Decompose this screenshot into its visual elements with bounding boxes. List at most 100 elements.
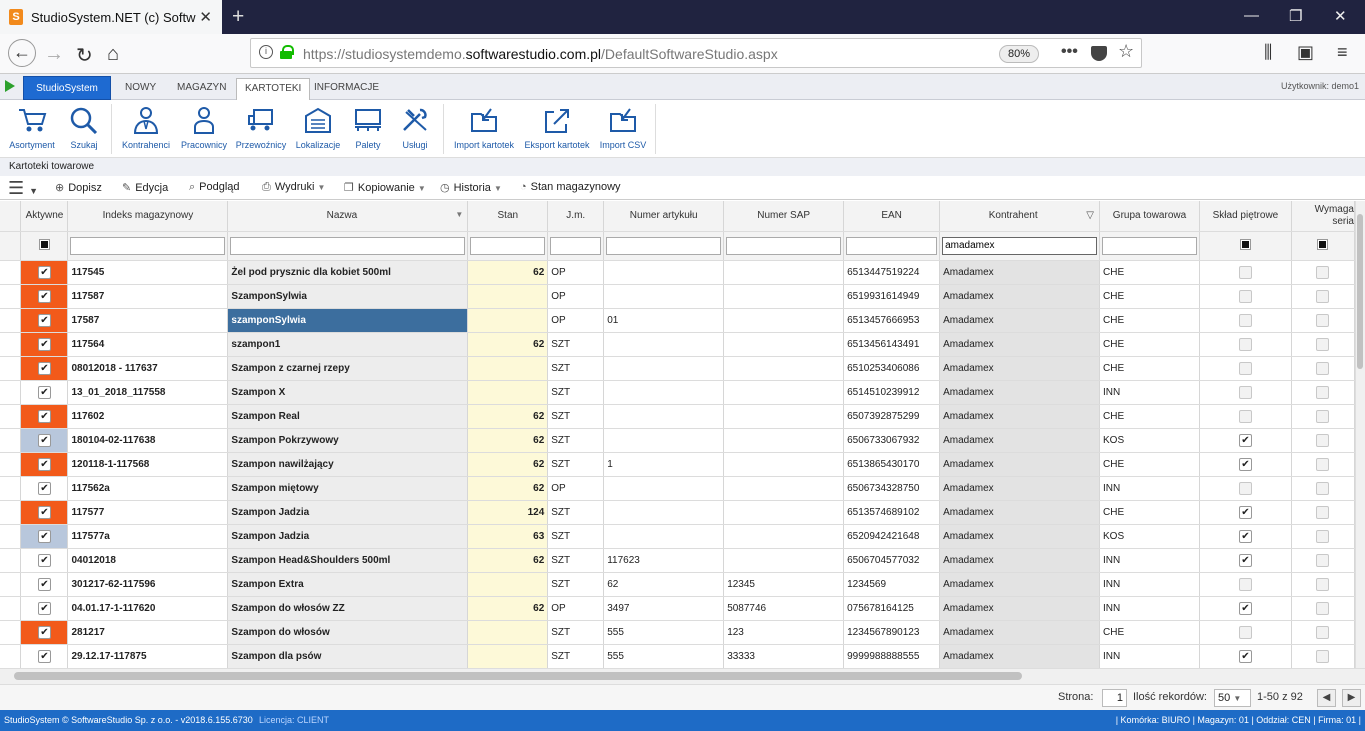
checkbox[interactable] xyxy=(1316,265,1330,279)
edit-button[interactable]: ✎ Edycja xyxy=(122,181,168,194)
checkbox[interactable] xyxy=(1316,625,1330,639)
active-cell[interactable]: ✔ xyxy=(20,284,69,309)
cell-nazwa[interactable]: Żel pod prysznic dla kobiet 500ml xyxy=(227,260,469,285)
checkbox[interactable] xyxy=(1238,361,1252,375)
checkbox[interactable]: ✔ xyxy=(1238,601,1252,615)
table-row[interactable]: ✔ 13_01_2018_117558 Szampon X SZT 6514510239… xyxy=(0,380,1355,405)
filter-stan[interactable] xyxy=(467,231,549,261)
new-tab-button[interactable]: + xyxy=(232,5,244,29)
cell-nazwa[interactable]: Szampon miętowy xyxy=(227,476,469,501)
col-indeks[interactable]: Indeks magazynowy xyxy=(67,201,229,232)
checkbox[interactable]: ✔ xyxy=(37,649,51,663)
checkbox[interactable]: ✔ xyxy=(37,481,51,495)
back-button[interactable]: ← xyxy=(8,39,36,67)
filter-indeks[interactable] xyxy=(67,231,229,261)
filter-ean[interactable] xyxy=(843,231,941,261)
cell-nazwa[interactable]: Szampon Jadzia xyxy=(227,524,469,549)
checkbox[interactable] xyxy=(1238,625,1252,639)
active-cell[interactable]: ✔ xyxy=(20,356,69,381)
brand-button[interactable]: StudioSystem xyxy=(23,76,111,100)
ribbon-eksport-kartotek[interactable]: Eksport kartotek xyxy=(523,104,591,156)
checkbox[interactable]: ✔ xyxy=(37,361,51,375)
filter-numer-artykulu[interactable] xyxy=(603,231,725,261)
active-cell[interactable]: ✔ xyxy=(20,548,69,573)
cell-wymaga[interactable] xyxy=(1291,572,1355,597)
cell-sklad[interactable]: ✔ xyxy=(1199,524,1292,549)
cell-wymaga[interactable] xyxy=(1291,596,1355,621)
cell-nazwa[interactable]: Szampon dla psów xyxy=(227,644,469,668)
checkbox[interactable] xyxy=(1316,289,1330,303)
add-button[interactable]: ⊕ Dopisz xyxy=(55,181,102,194)
col-wymaga[interactable]: Wymaga seria xyxy=(1291,201,1355,232)
sidebar-icon[interactable]: ▣ xyxy=(1297,42,1314,63)
cell-wymaga[interactable] xyxy=(1291,332,1355,357)
checkbox[interactable]: ✔ xyxy=(37,433,51,447)
menu-icon[interactable]: ≡ xyxy=(1337,42,1348,63)
ribbon-import-kartotek[interactable]: Import kartotek xyxy=(451,104,517,156)
cell-sklad[interactable]: ✔ xyxy=(1199,548,1292,573)
filter-grupa[interactable] xyxy=(1099,231,1200,261)
checkbox[interactable]: ✔ xyxy=(37,553,51,567)
checkbox[interactable] xyxy=(1316,505,1330,519)
cell-nazwa[interactable]: Szampon Head&Shoulders 500ml xyxy=(227,548,469,573)
table-row[interactable]: ✔ 117545 Żel pod prysznic dla kobiet 500ml… xyxy=(0,260,1355,285)
active-cell[interactable]: ✔ xyxy=(20,524,69,549)
ribbon-palety[interactable]: Palety xyxy=(348,104,388,156)
reload-button[interactable]: ↻ xyxy=(76,43,93,68)
checkbox[interactable]: ✔ xyxy=(1238,529,1252,543)
checkbox[interactable]: ✔ xyxy=(37,601,51,615)
checkbox[interactable]: ✔ xyxy=(37,313,51,327)
cell-wymaga[interactable] xyxy=(1291,356,1355,381)
filter-kontrahent[interactable] xyxy=(939,231,1100,261)
active-cell[interactable]: ✔ xyxy=(20,404,69,429)
cell-nazwa[interactable]: SzamponSylwia xyxy=(227,284,469,309)
checkbox[interactable] xyxy=(1238,385,1252,399)
tab-magazyn[interactable]: MAGAZYN xyxy=(169,78,234,100)
cell-sklad[interactable]: ✔ xyxy=(1199,452,1292,477)
checkbox[interactable] xyxy=(1316,553,1330,567)
col-numer-sap[interactable]: Numer SAP xyxy=(723,201,845,232)
active-cell[interactable]: ✔ xyxy=(20,596,69,621)
checkbox[interactable]: ✔ xyxy=(1238,505,1252,519)
ribbon-asortyment[interactable]: Asortyment xyxy=(6,104,58,156)
col-grupa[interactable]: Grupa towarowa xyxy=(1099,201,1200,232)
checkbox[interactable]: ✔ xyxy=(1238,457,1252,471)
cell-sklad[interactable] xyxy=(1199,620,1292,645)
cell-wymaga[interactable] xyxy=(1291,548,1355,573)
col-jm[interactable]: J.m. xyxy=(547,201,605,232)
checkbox[interactable]: ✔ xyxy=(37,505,51,519)
tab-nowy[interactable]: NOWY xyxy=(117,78,164,100)
active-cell[interactable]: ✔ xyxy=(20,260,69,285)
active-cell[interactable]: ✔ xyxy=(20,308,69,333)
checkbox[interactable]: ✔ xyxy=(37,289,51,303)
cell-wymaga[interactable] xyxy=(1291,620,1355,645)
checkbox[interactable]: ✔ xyxy=(1238,553,1252,567)
cell-sklad[interactable] xyxy=(1199,404,1292,429)
active-cell[interactable]: ✔ xyxy=(20,476,69,501)
checkbox[interactable] xyxy=(1316,337,1330,351)
cell-sklad[interactable] xyxy=(1199,572,1292,597)
active-cell[interactable]: ✔ xyxy=(20,380,69,405)
checkbox[interactable] xyxy=(1316,601,1330,615)
col-ean[interactable]: EAN xyxy=(843,201,941,232)
ribbon-import-csv[interactable]: Import CSV xyxy=(597,104,649,156)
prev-page-button[interactable]: ◀ xyxy=(1317,689,1336,707)
cell-wymaga[interactable] xyxy=(1291,500,1355,525)
cell-sklad[interactable] xyxy=(1199,332,1292,357)
cell-sklad[interactable] xyxy=(1199,356,1292,381)
cell-wymaga[interactable] xyxy=(1291,308,1355,333)
cell-wymaga[interactable] xyxy=(1291,644,1355,668)
table-row[interactable]: ✔ 117587 SzamponSylwia OP 6519931614949 Amada… xyxy=(0,284,1355,309)
table-row[interactable]: ✔ 117577a Szampon Jadzia 63 SZT 6520942421648… xyxy=(0,524,1355,549)
table-row[interactable]: ✔ 281217 Szampon do włosów SZT 555 123 1234567… xyxy=(0,620,1355,645)
col-aktywne[interactable]: Aktywne xyxy=(20,201,69,232)
ribbon-lokalizacje[interactable]: Lokalizacje xyxy=(294,104,342,156)
cell-sklad[interactable]: ✔ xyxy=(1199,596,1292,621)
checkbox[interactable]: ✔ xyxy=(37,409,51,423)
checkbox[interactable]: ✔ xyxy=(1238,649,1252,663)
checkbox[interactable] xyxy=(1238,481,1252,495)
checkbox[interactable] xyxy=(1316,385,1330,399)
minimize-button[interactable]: — xyxy=(1244,7,1259,24)
ribbon-przewoznicy[interactable]: Przewoźnicy xyxy=(234,104,288,156)
close-tab-icon[interactable]: ✕ xyxy=(199,8,212,26)
